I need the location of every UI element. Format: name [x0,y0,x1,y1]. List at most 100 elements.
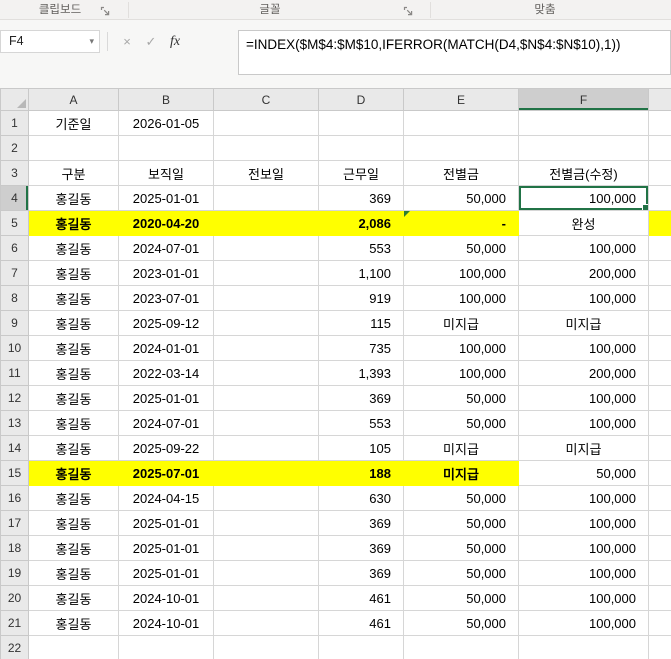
clipboard-dialog-launcher-icon[interactable] [100,4,112,16]
cell-B13[interactable]: 2024-07-01 [118,410,214,436]
cell-B16[interactable]: 2024-04-15 [118,485,214,511]
cell-G13[interactable] [648,410,671,436]
cell-G15[interactable] [648,460,671,486]
cell-G21[interactable] [648,610,671,636]
cell-E2[interactable] [403,135,519,161]
cell-F16[interactable]: 100,000 [518,485,649,511]
cell-G6[interactable] [648,235,671,261]
cell-F18[interactable]: 100,000 [518,535,649,561]
row-header-20[interactable]: 20 [0,585,29,611]
row-header-14[interactable]: 14 [0,435,29,461]
cell-G17[interactable] [648,510,671,536]
cell-G18[interactable] [648,535,671,561]
row-header-22[interactable]: 22 [0,635,29,659]
cell-B12[interactable]: 2025-01-01 [118,385,214,411]
cell-F2[interactable] [518,135,649,161]
cell-A8[interactable]: 홍길동 [28,285,119,311]
cell-E20[interactable]: 50,000 [403,585,519,611]
cell-B6[interactable]: 2024-07-01 [118,235,214,261]
row-header-13[interactable]: 13 [0,410,29,436]
cell-D15[interactable]: 188 [318,460,404,486]
cell-G20[interactable] [648,585,671,611]
cell-A22[interactable] [28,635,119,659]
row-header-6[interactable]: 6 [0,235,29,261]
cell-E16[interactable]: 50,000 [403,485,519,511]
cell-G14[interactable] [648,435,671,461]
cell-F7[interactable]: 200,000 [518,260,649,286]
cell-C7[interactable] [213,260,319,286]
cell-D2[interactable] [318,135,404,161]
cell-G4[interactable] [648,185,671,211]
row-header-16[interactable]: 16 [0,485,29,511]
row-header-11[interactable]: 11 [0,360,29,386]
cell-B3[interactable]: 보직일 [118,160,214,186]
cell-D19[interactable]: 369 [318,560,404,586]
cell-F1[interactable] [518,110,649,136]
cell-D10[interactable]: 735 [318,335,404,361]
font-dialog-launcher-icon[interactable] [403,4,415,16]
cell-F9[interactable]: 미지급 [518,310,649,336]
cell-G12[interactable] [648,385,671,411]
cell-E21[interactable]: 50,000 [403,610,519,636]
cell-B4[interactable]: 2025-01-01 [118,185,214,211]
cell-E8[interactable]: 100,000 [403,285,519,311]
cell-D22[interactable] [318,635,404,659]
cell-A20[interactable]: 홍길동 [28,585,119,611]
cell-F3[interactable]: 전별금(수정) [518,160,649,186]
row-header-12[interactable]: 12 [0,385,29,411]
column-header-C[interactable]: C [213,88,319,111]
cell-E13[interactable]: 50,000 [403,410,519,436]
cell-B21[interactable]: 2024-10-01 [118,610,214,636]
cell-D14[interactable]: 105 [318,435,404,461]
cell-E14[interactable]: 미지급 [403,435,519,461]
cell-B17[interactable]: 2025-01-01 [118,510,214,536]
cell-D6[interactable]: 553 [318,235,404,261]
cell-B10[interactable]: 2024-01-01 [118,335,214,361]
row-header-9[interactable]: 9 [0,310,29,336]
cell-C20[interactable] [213,585,319,611]
cell-C10[interactable] [213,335,319,361]
cell-E19[interactable]: 50,000 [403,560,519,586]
cell-B5[interactable]: 2020-04-20 [118,210,214,236]
cell-B20[interactable]: 2024-10-01 [118,585,214,611]
row-header-21[interactable]: 21 [0,610,29,636]
cell-C21[interactable] [213,610,319,636]
cell-F12[interactable]: 100,000 [518,385,649,411]
cell-B11[interactable]: 2022-03-14 [118,360,214,386]
cell-C16[interactable] [213,485,319,511]
cell-A3[interactable]: 구분 [28,160,119,186]
cell-A6[interactable]: 홍길동 [28,235,119,261]
row-header-8[interactable]: 8 [0,285,29,311]
name-box[interactable]: F4 ▾ [0,30,100,53]
row-header-18[interactable]: 18 [0,535,29,561]
cell-C12[interactable] [213,385,319,411]
cell-G16[interactable] [648,485,671,511]
cell-D11[interactable]: 1,393 [318,360,404,386]
row-header-1[interactable]: 1 [0,110,29,136]
row-header-3[interactable]: 3 [0,160,29,186]
cell-G2[interactable] [648,135,671,161]
formula-input[interactable]: =INDEX($M$4:$M$10,IFERROR(MATCH(D4,$N$4:… [238,30,671,75]
cell-F6[interactable]: 100,000 [518,235,649,261]
cell-D9[interactable]: 115 [318,310,404,336]
cell-D8[interactable]: 919 [318,285,404,311]
cell-B19[interactable]: 2025-01-01 [118,560,214,586]
column-header-B[interactable]: B [118,88,214,111]
cell-C18[interactable] [213,535,319,561]
column-header-A[interactable]: A [28,88,119,111]
cell-E3[interactable]: 전별금 [403,160,519,186]
cell-B2[interactable] [118,135,214,161]
cell-B8[interactable]: 2023-07-01 [118,285,214,311]
cell-C5[interactable] [213,210,319,236]
cell-C17[interactable] [213,510,319,536]
cell-C15[interactable] [213,460,319,486]
cell-D1[interactable] [318,110,404,136]
cell-D12[interactable]: 369 [318,385,404,411]
cell-A16[interactable]: 홍길동 [28,485,119,511]
cell-E12[interactable]: 50,000 [403,385,519,411]
name-box-dropdown-icon[interactable]: ▾ [89,31,94,52]
enter-check-icon[interactable]: ✓ [140,30,162,53]
cell-B14[interactable]: 2025-09-22 [118,435,214,461]
cell-G5[interactable] [648,210,671,236]
cell-F17[interactable]: 100,000 [518,510,649,536]
